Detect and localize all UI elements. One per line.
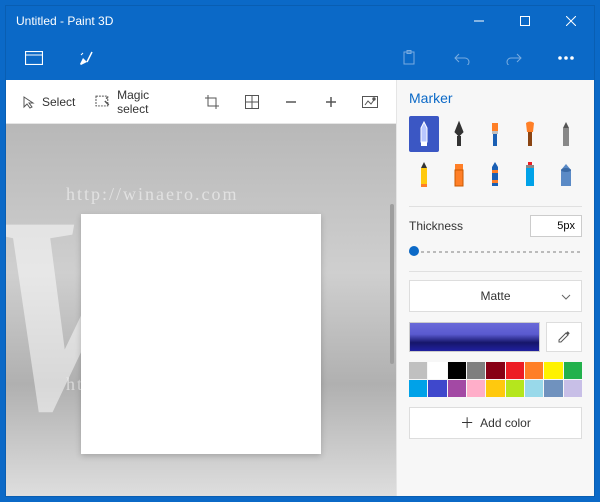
crop-tool[interactable] [195,86,230,118]
current-color-row [409,322,582,352]
color-swatch[interactable] [564,362,582,379]
eyedropper-button[interactable] [546,322,582,352]
select-tool[interactable]: Select [14,86,83,118]
brush-mode-button[interactable] [68,40,104,76]
more-button[interactable] [548,40,584,76]
vertical-scrollbar[interactable] [390,204,394,364]
plus-icon: ＋ [460,416,474,430]
tool-watercolor-brush[interactable] [515,116,545,152]
tool-crayon[interactable] [480,156,510,192]
thickness-input[interactable] [530,215,582,237]
tool-pencil[interactable] [551,116,581,152]
canvas-toolbar: Select Magic select [6,80,396,124]
thickness-label: Thickness [409,219,463,233]
color-swatch[interactable] [448,362,466,379]
select-label: Select [42,95,75,109]
tool-pen[interactable] [409,156,439,192]
color-palette [409,362,582,397]
tool-fill[interactable] [551,156,581,192]
add-color-button[interactable]: ＋ Add color [409,407,582,439]
add-color-label: Add color [480,416,531,430]
color-swatch[interactable] [428,380,446,397]
paste-button[interactable] [392,40,428,76]
side-panel: Marker [396,80,594,496]
tool-oil-brush[interactable] [480,116,510,152]
divider [409,206,582,207]
zoom-out-button[interactable] [274,86,309,118]
thickness-row: Thickness [409,215,582,237]
panel-title: Marker [409,90,582,106]
color-swatch[interactable] [409,380,427,397]
color-swatch[interactable] [409,362,427,379]
zoom-in-button[interactable] [313,86,348,118]
color-swatch[interactable] [506,380,524,397]
work-area: Select Magic select [6,80,396,496]
brush-tools-grid [409,116,582,192]
tool-spray-can[interactable] [515,156,545,192]
slider-thumb[interactable] [409,246,419,256]
color-swatch[interactable] [525,362,543,379]
window-title: Untitled - Paint 3D [16,14,113,28]
color-swatch[interactable] [448,380,466,397]
color-swatch[interactable] [486,380,504,397]
menu-bar [6,36,594,80]
color-swatch[interactable] [428,362,446,379]
maximize-button[interactable] [502,6,548,36]
content-area: Select Magic select [6,80,594,496]
chevron-down-icon [561,289,571,303]
color-swatch[interactable] [467,380,485,397]
color-swatch[interactable] [564,380,582,397]
close-button[interactable] [548,6,594,36]
redo-button[interactable] [496,40,532,76]
material-select[interactable]: Matte [409,280,582,312]
tool-marker[interactable] [409,116,439,152]
magic-select-tool[interactable]: Magic select [87,86,190,118]
slider-track [409,251,582,253]
color-swatch[interactable] [525,380,543,397]
canvas[interactable] [81,214,321,454]
thickness-slider[interactable] [409,243,582,261]
color-swatch[interactable] [467,362,485,379]
divider-2 [409,271,582,272]
color-swatch[interactable] [486,362,504,379]
fit-view-button[interactable] [353,86,388,118]
tool-eraser[interactable] [444,156,474,192]
current-color-swatch[interactable] [409,322,540,352]
canvas-viewport[interactable]: W http://winaero.com http://winaero.com [6,124,396,496]
color-swatch[interactable] [544,362,562,379]
menu-button[interactable] [16,40,52,76]
grid-toggle[interactable] [234,86,269,118]
app-window: Untitled - Paint 3D [6,6,594,496]
tool-calligraphy-pen[interactable] [444,116,474,152]
title-bar: Untitled - Paint 3D [6,6,594,36]
material-label: Matte [480,289,510,303]
color-swatch[interactable] [506,362,524,379]
color-swatch[interactable] [544,380,562,397]
minimize-button[interactable] [456,6,502,36]
magic-select-label: Magic select [117,88,183,116]
undo-button[interactable] [444,40,480,76]
